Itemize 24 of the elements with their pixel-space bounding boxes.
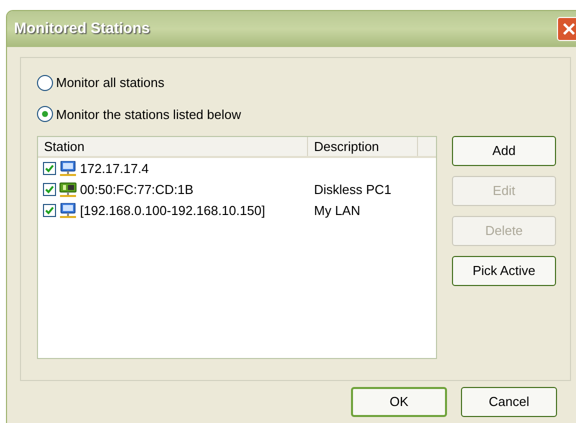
network-computer-icon — [59, 202, 77, 218]
checkbox[interactable] — [43, 162, 56, 175]
dialog-button[interactable]: Pick Active — [452, 256, 556, 286]
close-icon — [562, 22, 576, 36]
station-address: [192.168.0.100-192.168.10.150] — [80, 202, 266, 220]
checkbox[interactable] — [43, 204, 56, 217]
radio-button[interactable] — [37, 106, 53, 122]
station-description: My LAN — [313, 202, 360, 220]
column-header[interactable]: Station — [38, 136, 308, 156]
station-address: 00:50:FC:77:CD:1B — [80, 180, 194, 199]
dialog-button[interactable]: OK — [351, 387, 447, 417]
dialog-button[interactable]: Cancel — [461, 387, 557, 417]
network-computer-icon — [59, 160, 77, 176]
radio-button[interactable] — [37, 74, 53, 91]
close-button[interactable] — [557, 17, 576, 41]
column-header[interactable]: Description — [308, 136, 418, 156]
dialog-button[interactable]: Add — [452, 136, 556, 166]
station-address: 172.17.17.4 — [80, 160, 149, 178]
window-title: Monitored Stations — [14, 18, 150, 39]
radio-label: Monitor all stations — [56, 74, 164, 92]
station-description: Diskless PC1 — [313, 180, 392, 199]
network-card-icon — [59, 182, 77, 198]
checkbox[interactable] — [43, 183, 56, 196]
radio-label: Monitor the stations listed below — [56, 106, 241, 124]
